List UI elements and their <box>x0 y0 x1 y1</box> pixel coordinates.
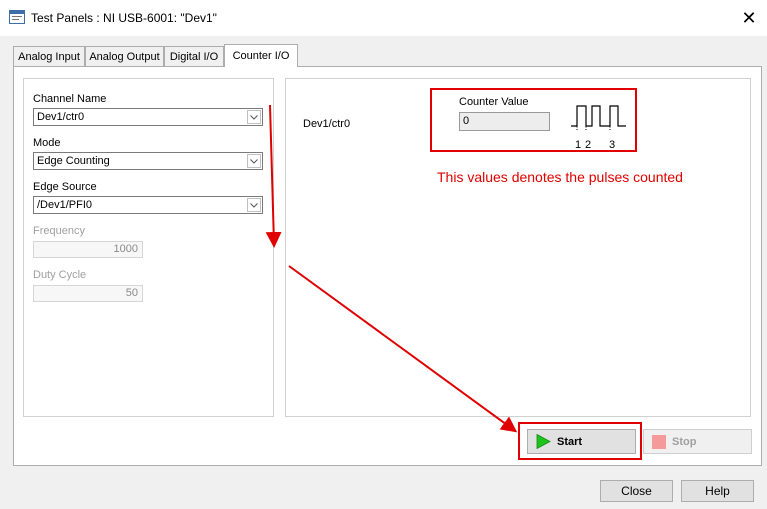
start-label: Start <box>557 435 583 448</box>
down-arrow <box>265 104 282 248</box>
close-button[interactable]: Close <box>600 480 673 502</box>
help-button[interactable]: Help <box>681 480 754 502</box>
diagonal-arrow <box>288 265 518 433</box>
stop-button[interactable]: Stop <box>643 429 752 454</box>
stop-label: Stop <box>672 435 697 448</box>
stop-icon <box>652 434 666 449</box>
start-button[interactable]: Start <box>527 429 636 454</box>
tab-counter-io[interactable]: Counter I/O <box>224 44 298 67</box>
play-icon <box>536 434 551 449</box>
